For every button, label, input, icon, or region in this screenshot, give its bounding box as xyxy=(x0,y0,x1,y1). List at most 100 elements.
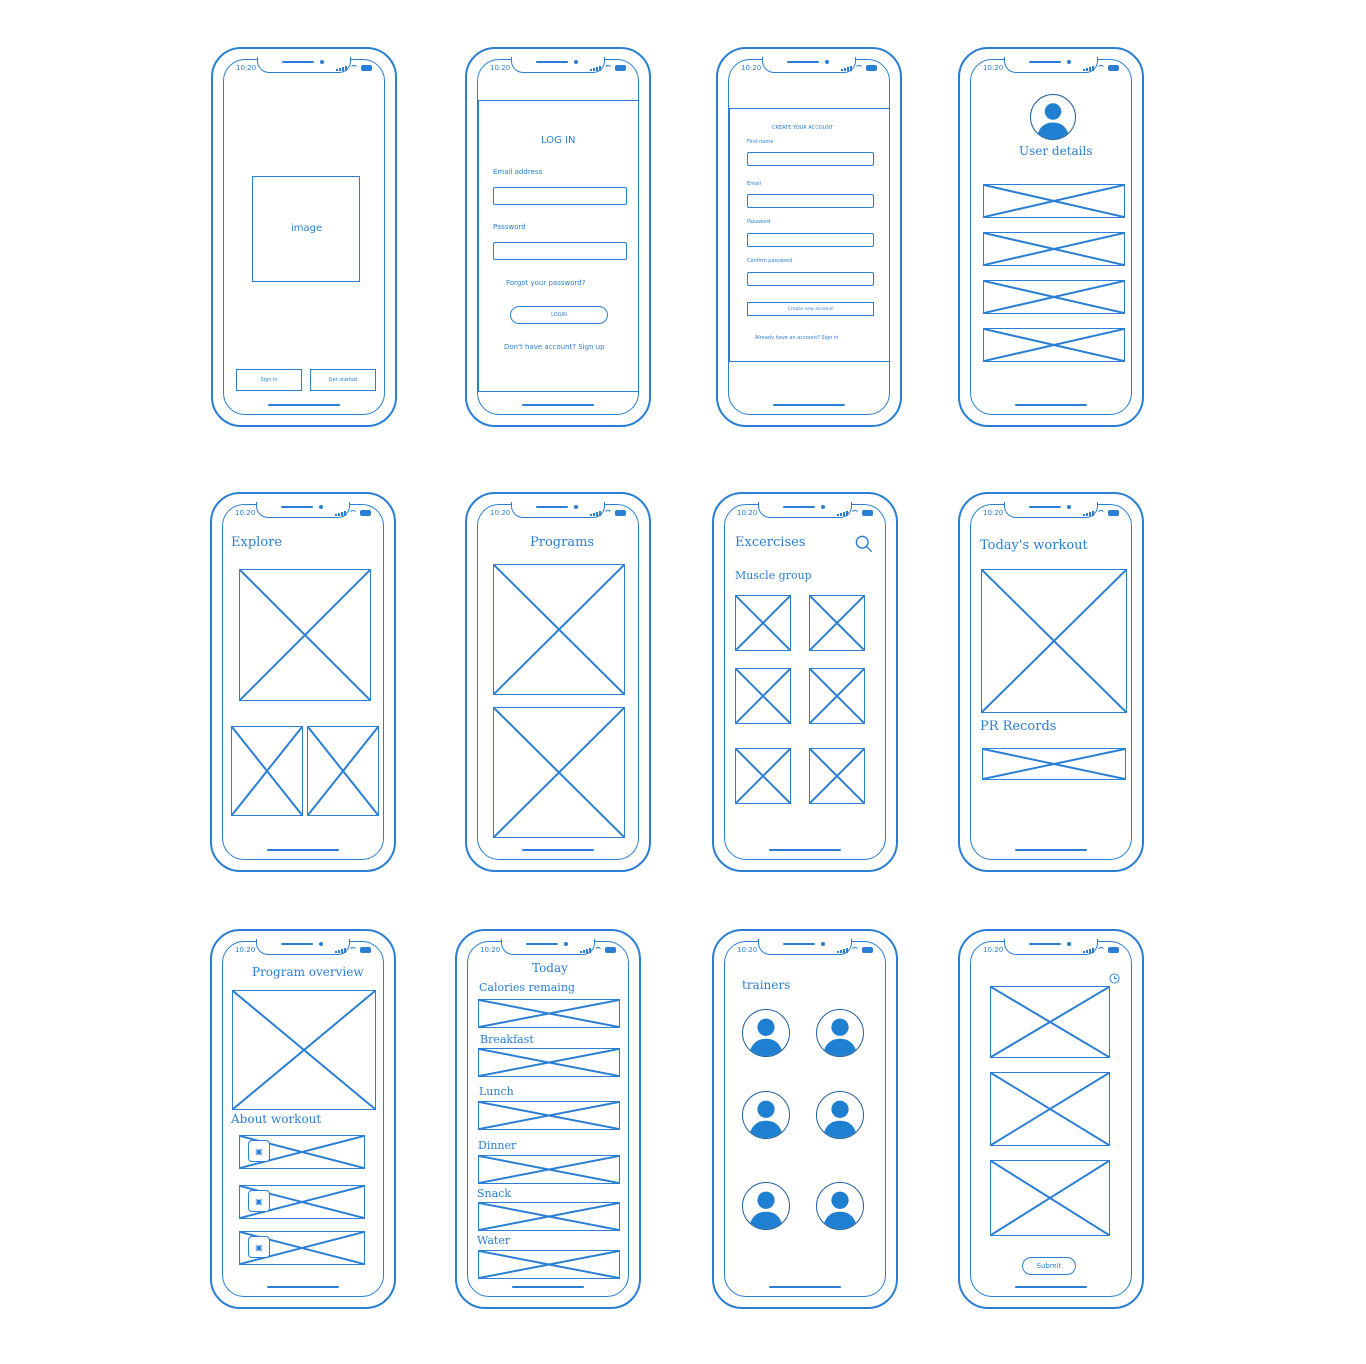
battery-icon xyxy=(615,65,626,71)
program-card[interactable] xyxy=(493,707,625,838)
trainer-avatar-icon[interactable] xyxy=(742,1182,790,1230)
workout-item-row[interactable]: ▣ xyxy=(239,1231,365,1265)
status-time: 10:20 xyxy=(737,946,758,954)
muscle-tile[interactable] xyxy=(809,668,865,724)
programs-title: Programs xyxy=(530,535,595,550)
email-field[interactable] xyxy=(493,187,627,205)
first-name-field[interactable] xyxy=(747,152,874,166)
breakfast-row[interactable] xyxy=(478,1048,620,1077)
muscle-tile[interactable] xyxy=(735,595,791,651)
program-card[interactable] xyxy=(493,564,625,695)
wifi-icon xyxy=(349,947,357,953)
wifi-icon xyxy=(851,510,859,516)
phone-user-details: 10:20 User details xyxy=(958,47,1144,427)
screen: 10:20 Explore xyxy=(222,504,384,860)
about-workout-label: About workout xyxy=(231,1112,322,1126)
clock-icon[interactable] xyxy=(1109,969,1120,988)
status-icons xyxy=(590,510,626,516)
placeholder-row xyxy=(983,184,1125,218)
status-time: 10:20 xyxy=(983,509,1004,517)
log-entry-card[interactable] xyxy=(990,1160,1110,1236)
submit-button[interactable]: Submit xyxy=(1022,1257,1076,1275)
dinner-row[interactable] xyxy=(478,1155,620,1184)
workout-item-row[interactable]: ▣ xyxy=(239,1185,365,1219)
create-account-button[interactable]: Create new account xyxy=(747,302,874,316)
home-indicator xyxy=(769,848,841,851)
calories-row[interactable] xyxy=(478,999,620,1028)
status-icons xyxy=(837,510,873,516)
status-icons xyxy=(580,947,616,953)
snack-row[interactable] xyxy=(478,1202,620,1231)
email-field[interactable] xyxy=(747,194,874,208)
wifi-icon xyxy=(855,65,863,71)
get-started-button[interactable]: Get started xyxy=(310,369,376,391)
screen: 10:20 Programs xyxy=(477,504,639,860)
status-time: 10:20 xyxy=(490,509,511,517)
phone-trainers: 10:20 trainers xyxy=(712,929,898,1309)
battery-icon xyxy=(1108,510,1119,516)
image-icon: ▣ xyxy=(248,1140,270,1162)
screen: 10:20 Excercises Muscle group xyxy=(724,504,886,860)
password-label: Password xyxy=(747,219,771,225)
muscle-tile[interactable] xyxy=(809,748,865,804)
wifi-icon xyxy=(851,947,859,953)
home-indicator xyxy=(267,1285,339,1288)
signal-icon xyxy=(590,510,601,516)
signin-link[interactable]: Already have an account? Sign in xyxy=(755,335,839,341)
log-entry-card[interactable] xyxy=(990,1072,1110,1146)
password-field[interactable] xyxy=(747,233,874,247)
status-icons xyxy=(336,65,372,71)
wifi-icon xyxy=(1097,947,1105,953)
forgot-password-link[interactable]: Forgot your password? xyxy=(506,279,585,287)
log-entry-card[interactable] xyxy=(990,986,1110,1058)
status-time: 10:20 xyxy=(490,64,511,72)
section-label: Dinner xyxy=(478,1139,517,1152)
exercises-title: Excercises xyxy=(735,535,806,550)
trainer-avatar-icon[interactable] xyxy=(816,1182,864,1230)
status-time: 10:20 xyxy=(235,946,256,954)
signup-link[interactable]: Don't have account? Sign up xyxy=(504,343,605,351)
home-indicator xyxy=(773,403,845,406)
section-label: Lunch xyxy=(479,1085,514,1098)
user-avatar-icon xyxy=(1030,94,1076,140)
pr-record-row[interactable] xyxy=(982,748,1126,780)
muscle-tile[interactable] xyxy=(735,748,791,804)
explore-hero-image[interactable] xyxy=(239,569,371,701)
workout-image[interactable] xyxy=(981,569,1127,713)
login-button[interactable]: LOGIN xyxy=(510,306,608,324)
muscle-tile[interactable] xyxy=(735,668,791,724)
home-indicator xyxy=(267,848,339,851)
status-icons xyxy=(1083,65,1119,71)
signal-icon xyxy=(590,65,601,71)
explore-tile[interactable] xyxy=(231,726,303,816)
section-label: Snack xyxy=(477,1187,512,1200)
wifi-icon xyxy=(350,65,358,71)
signal-icon xyxy=(1083,65,1094,71)
lunch-row[interactable] xyxy=(478,1101,620,1130)
trainer-avatar-icon[interactable] xyxy=(816,1091,864,1139)
muscle-tile[interactable] xyxy=(809,595,865,651)
water-row[interactable] xyxy=(478,1250,620,1279)
explore-tile[interactable] xyxy=(307,726,379,816)
status-icons xyxy=(841,65,877,71)
trainer-avatar-icon[interactable] xyxy=(816,1009,864,1057)
trainer-avatar-icon[interactable] xyxy=(742,1091,790,1139)
trainer-avatar-icon[interactable] xyxy=(742,1009,790,1057)
home-indicator xyxy=(1015,848,1087,851)
phone-splash: 10:20 image Sign in Get started xyxy=(211,47,397,427)
workout-item-row[interactable]: ▣ xyxy=(239,1135,365,1169)
status-time: 10:20 xyxy=(741,64,762,72)
status-icons xyxy=(335,510,371,516)
section-label: Water xyxy=(477,1234,511,1247)
signal-icon xyxy=(335,947,346,953)
sign-in-button[interactable]: Sign in xyxy=(236,369,302,391)
screen: 10:20 Submit xyxy=(970,941,1132,1297)
status-time: 10:20 xyxy=(235,509,256,517)
placeholder-row xyxy=(983,280,1125,314)
home-indicator xyxy=(769,1285,841,1288)
password-field[interactable] xyxy=(493,242,627,260)
battery-icon xyxy=(862,510,873,516)
todays-workout-title: Today's workout xyxy=(980,538,1088,553)
search-icon[interactable] xyxy=(855,535,873,553)
confirm-password-field[interactable] xyxy=(747,272,874,286)
